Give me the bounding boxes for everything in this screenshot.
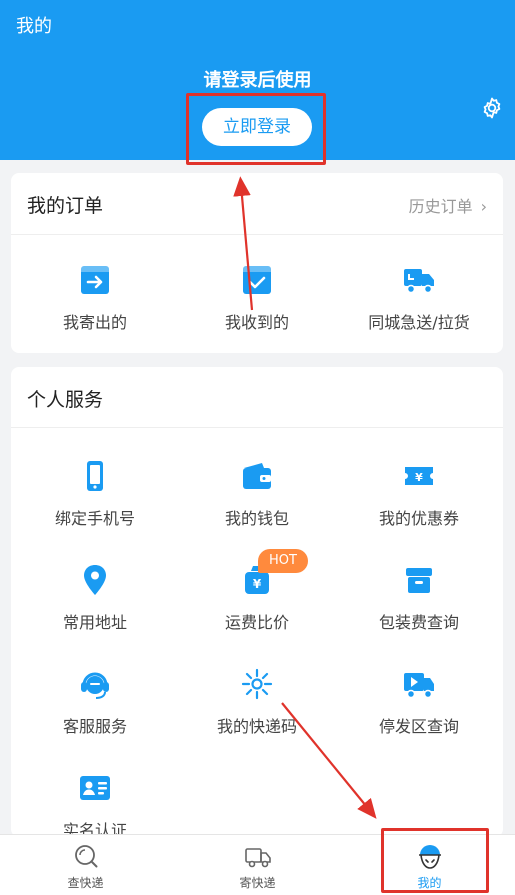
service-freight-compare[interactable]: ¥ 运费比价 [175,563,339,633]
gear-icon[interactable] [480,96,504,120]
svg-text:¥: ¥ [253,577,262,591]
orders-card: 我的订单 历史订单 › 我寄出的 我收到的 同城急送/拉货 [11,173,503,353]
receive-box-icon [243,266,271,294]
login-hint: 请登录后使用 [203,70,312,91]
svg-text:¥: ¥ [415,471,423,484]
order-item-label: 我收到的 [224,313,289,332]
service-suspended-areas[interactable]: 停发区查询 [337,667,501,737]
service-label: 我的优惠券 [378,509,459,528]
service-real-name-verify[interactable]: 实名认证 [13,771,177,841]
coupon-icon: ¥ [405,467,433,485]
truck-outline-icon [244,848,271,868]
service-customer-support[interactable]: 客服服务 [13,667,177,737]
tab-label: 寄快递 [239,876,276,890]
service-label: 运费比价 [224,613,289,632]
tab-track-express[interactable]: 查快递 [0,835,171,895]
headset-icon [81,672,109,699]
history-orders-label: 历史订单 [408,197,473,216]
service-addresses[interactable]: 常用地址 [13,563,177,633]
service-label: 绑定手机号 [54,509,135,528]
delivery-truck-icon [404,269,434,294]
service-label: 包装费查询 [378,613,459,632]
service-packaging-fee[interactable]: 包装费查询 [337,563,501,633]
services-card: 个人服务 绑定手机号 我的钱包 ¥ 我的优惠券 常用地址 ¥ 运费比价 包装费查… [11,367,503,840]
chevron-right-icon: › [480,197,487,216]
wallet-icon [243,463,271,489]
hot-badge: HOT [258,549,308,573]
service-label: 常用地址 [62,613,127,632]
video-truck-icon [404,673,434,699]
divider [11,234,503,235]
highlight-box-login [186,93,326,165]
order-item-label: 同城急送/拉货 [368,313,470,332]
service-bind-phone[interactable]: 绑定手机号 [13,459,177,529]
id-card-icon [80,776,110,800]
service-label: 我的快递码 [216,717,297,736]
page-title: 我的 [16,16,52,37]
send-box-icon [81,266,109,294]
order-item-received[interactable]: 我收到的 [175,263,339,333]
location-pin-icon [84,565,106,595]
divider [11,427,503,428]
tab-send-express[interactable]: 寄快递 [172,835,343,895]
history-orders-link[interactable]: 历史订单 › [409,193,487,217]
order-item-citywide[interactable]: 同城急送/拉货 [337,263,501,333]
phone-icon [87,461,103,491]
service-label: 停发区查询 [378,717,459,736]
services-title: 个人服务 [27,389,104,411]
search-icon [74,845,97,868]
tab-label: 查快递 [67,876,104,890]
service-coupons[interactable]: ¥ 我的优惠券 [337,459,501,529]
service-express-code[interactable]: 我的快递码 [175,667,339,737]
service-wallet[interactable]: 我的钱包 [175,459,339,529]
service-label: 客服服务 [62,717,127,736]
order-item-label: 我寄出的 [62,313,127,332]
code-burst-icon [241,668,273,700]
orders-title: 我的订单 [27,195,104,217]
service-label: 我的钱包 [224,509,289,528]
package-icon [406,568,432,593]
highlight-box-mine-tab [381,828,489,893]
order-item-sent[interactable]: 我寄出的 [13,263,177,333]
